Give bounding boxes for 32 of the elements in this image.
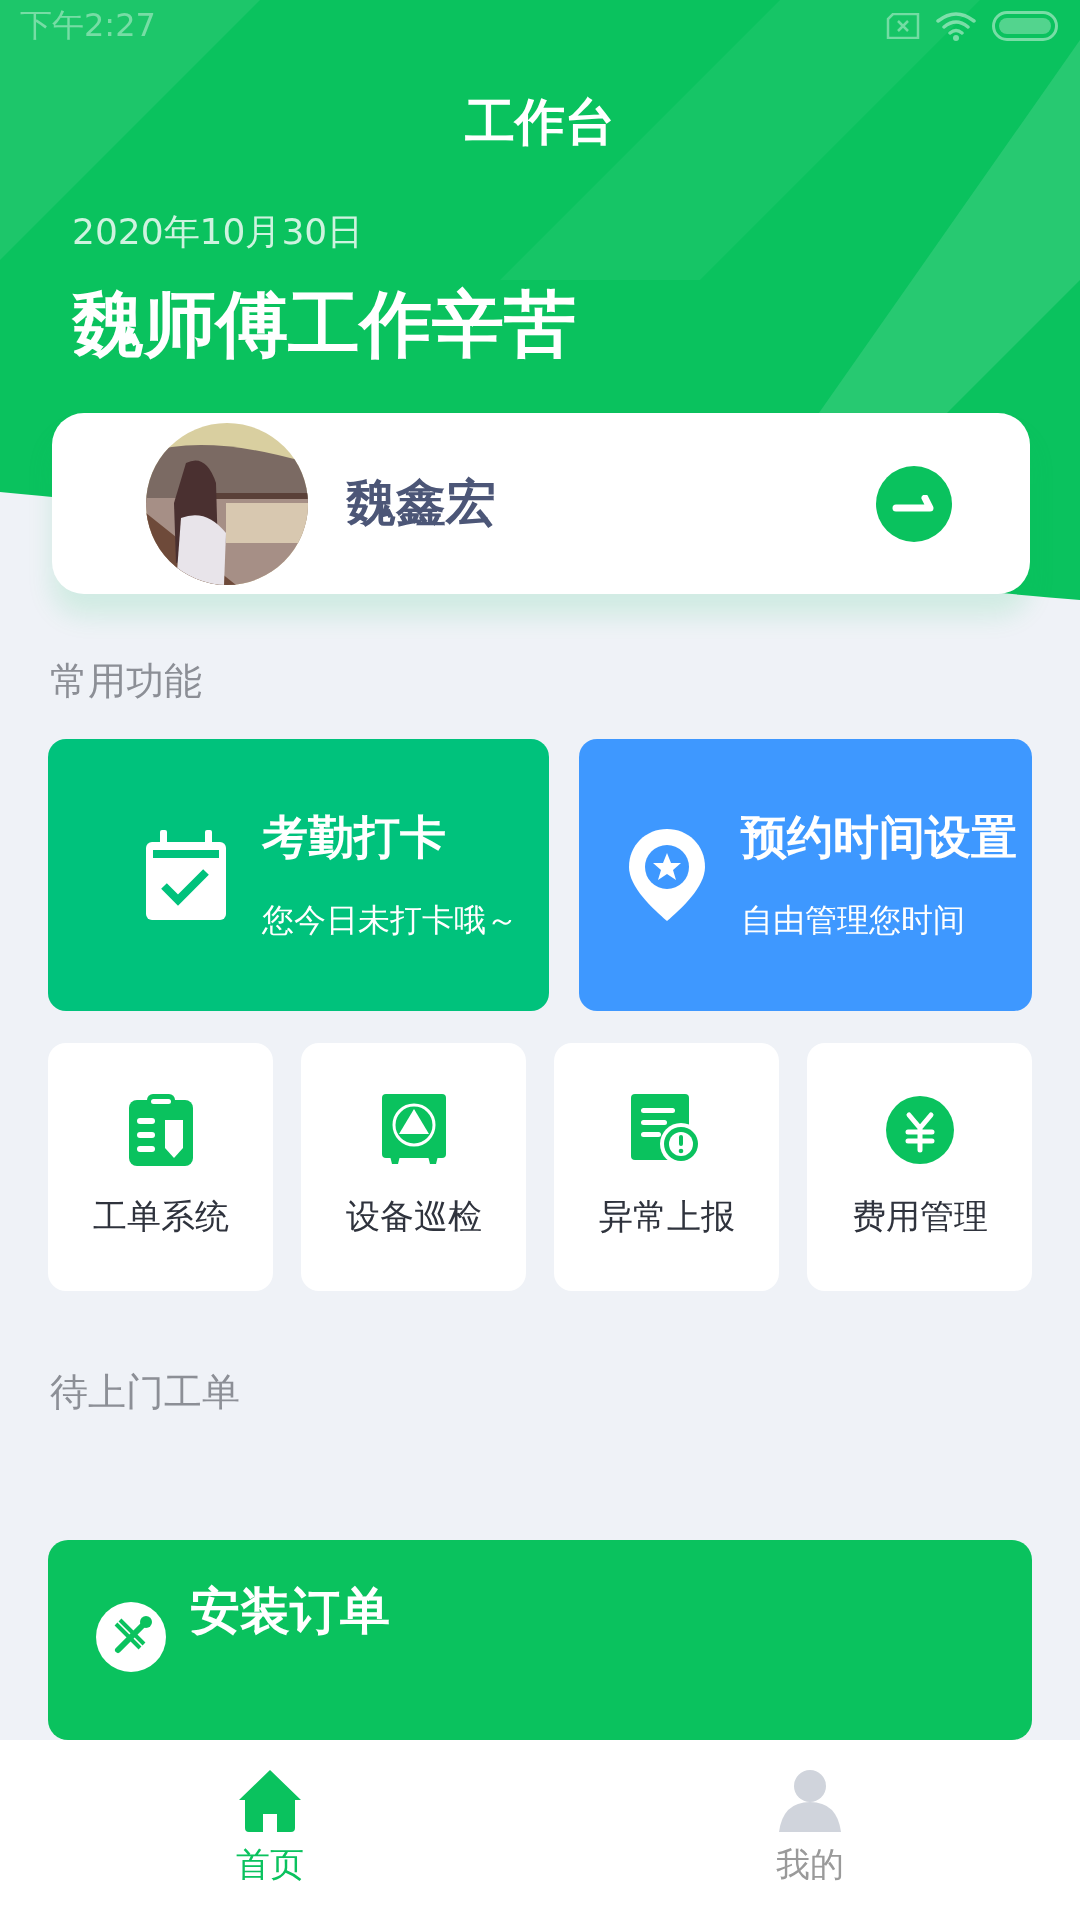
tab-item[interactable]: 我的 [540, 1740, 1080, 1920]
yen-icon [885, 1094, 954, 1166]
status-time: 下午2:27 [20, 4, 156, 46]
feature-subtitle: 自由管理您时间 [741, 900, 966, 941]
feature-card[interactable]: 考勤打卡 您今日未打卡哦～ [48, 739, 549, 1011]
function-tile[interactable]: 费用管理 [807, 1043, 1032, 1291]
device-icon [381, 1094, 446, 1166]
function-tile[interactable]: 设备巡检 [301, 1043, 526, 1291]
battery-icon [992, 10, 1058, 41]
function-tile[interactable]: 工单系统 [48, 1043, 273, 1291]
feature-title: 预约时间设置 [741, 809, 1017, 866]
tools-icon [96, 1602, 166, 1672]
home-icon [239, 1770, 301, 1832]
date-text: 2020年10月30日 [72, 210, 365, 255]
calendar-check-icon [146, 830, 226, 920]
section-title: 待上门工单 [50, 1369, 241, 1416]
feature-card[interactable]: 预约时间设置 自由管理您时间 [579, 739, 1032, 1011]
greeting-text: 魏师傅工作辛苦 [72, 281, 577, 369]
section-title: 常用功能 [50, 658, 203, 705]
function-tile[interactable]: 异常上报 [554, 1043, 779, 1291]
order-title: 安装订单 [190, 1581, 390, 1642]
feature-subtitle: 您今日未打卡哦～ [262, 900, 518, 941]
wifi-icon [936, 10, 976, 41]
location-star-icon [629, 829, 705, 921]
page-title: 工作台 [464, 92, 616, 154]
clipboard-pencil-icon [128, 1094, 193, 1166]
order-card[interactable]: 安装订单 [48, 1540, 1032, 1740]
user-name: 魏鑫宏 [346, 473, 497, 535]
person-icon [779, 1770, 841, 1832]
tab-item[interactable]: 首页 [0, 1740, 540, 1920]
feature-title: 考勤打卡 [262, 809, 447, 866]
no-sim-icon [886, 12, 920, 39]
